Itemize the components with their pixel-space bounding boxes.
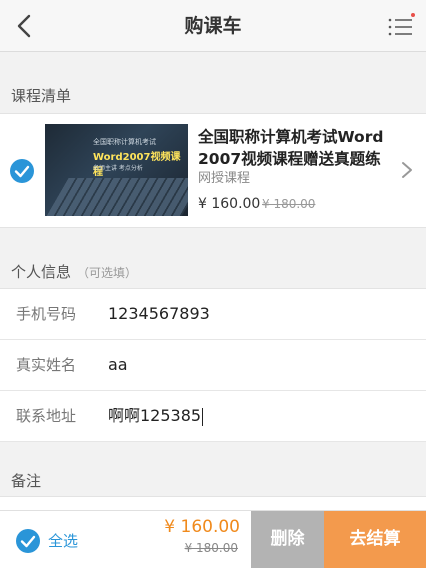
course-title: 全国职称计算机考试Word 2007视频课程赠送真题练 (198, 128, 384, 168)
address-value: 啊啊125385 (108, 406, 202, 425)
select-all-label[interactable]: 全选 (48, 530, 78, 551)
name-row[interactable]: 真实姓名 aa (0, 340, 426, 391)
page-title: 购课车 (184, 15, 242, 37)
menu-list-icon[interactable] (386, 12, 416, 40)
address-row[interactable]: 联系地址 啊啊125385 (0, 391, 426, 442)
address-input[interactable]: 啊啊125385 (108, 391, 204, 441)
keyboard-image (45, 178, 188, 216)
personal-info-label: 个人信息 (11, 263, 72, 281)
phone-label: 手机号码 (16, 305, 77, 323)
address-label: 联系地址 (16, 407, 77, 425)
remark-heading: 备注 (11, 472, 42, 490)
checkout-button[interactable]: 去结算 (324, 511, 426, 568)
total-price: ¥ 160.00 (164, 517, 240, 537)
name-label: 真实姓名 (16, 356, 77, 374)
text-cursor (202, 407, 204, 426)
chevron-right-icon[interactable] (400, 160, 414, 180)
total-old-price: ¥ 180.00 (184, 541, 238, 555)
personal-info-heading: 个人信息 （可选填） (0, 261, 426, 282)
course-old-price: ¥ 180.00 (262, 197, 316, 211)
personal-info-form: 手机号码 1234567893 真实姓名 aa 联系地址 啊啊125385 (0, 288, 426, 442)
course-price: ¥ 160.00 (198, 196, 261, 212)
course-thumbnail: 全国职称计算机考试 Word2007视频课程 名师主讲 考点分析 (45, 124, 188, 216)
course-check-icon[interactable] (10, 159, 34, 183)
thumb-text-3: 名师主讲 考点分析 (93, 165, 143, 172)
phone-input[interactable]: 1234567893 (108, 289, 210, 339)
course-type: 网授课程 (198, 171, 251, 186)
name-input[interactable]: aa (108, 340, 128, 390)
delete-button[interactable]: 删除 (251, 511, 324, 568)
select-all-check-icon[interactable] (16, 529, 40, 553)
thumb-text-1: 全国职称计算机考试 (93, 138, 156, 146)
nav-bar: 购课车 (0, 0, 426, 52)
personal-info-hint: （可选填） (77, 266, 138, 280)
phone-row[interactable]: 手机号码 1234567893 (0, 289, 426, 340)
course-list-heading: 课程清单 (11, 87, 72, 105)
checkout-bar: 全选 ¥ 160.00 ¥ 180.00 删除 去结算 (0, 510, 426, 568)
